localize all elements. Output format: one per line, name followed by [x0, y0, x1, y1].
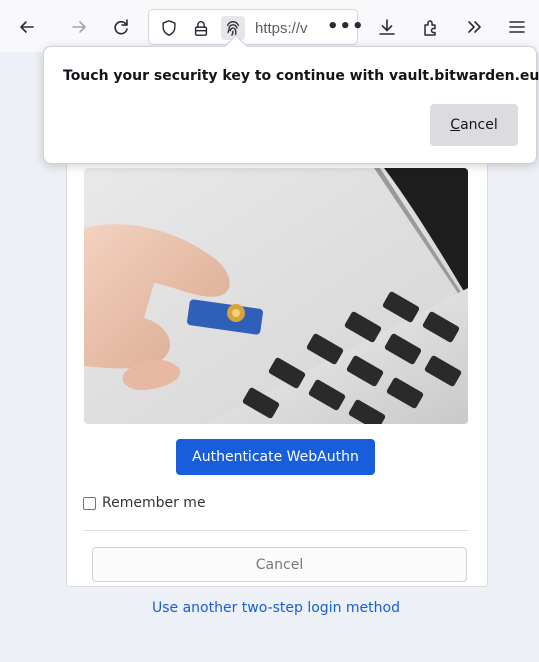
remember-me-row[interactable]: Remember me [83, 495, 206, 511]
security-key-popup: Touch your security key to continue with… [43, 34, 539, 164]
popup-cancel-button[interactable]: Cancel [430, 104, 518, 146]
security-key-photo [84, 168, 468, 424]
another-method-link[interactable]: Use another two-step login method [0, 600, 539, 616]
back-icon[interactable] [14, 14, 40, 40]
lock-icon[interactable] [191, 18, 211, 38]
page-actions-icon[interactable]: ••• [327, 16, 365, 37]
download-icon[interactable] [374, 14, 400, 40]
extensions-icon[interactable] [418, 14, 444, 40]
forward-icon[interactable] [66, 14, 92, 40]
divider [84, 530, 468, 531]
reload-icon[interactable] [108, 14, 134, 40]
popup-cancel-accesskey: C [450, 117, 461, 133]
url-bar[interactable]: https://v ••• [148, 9, 364, 45]
popup-cancel-label: ancel [460, 117, 498, 133]
menu-icon[interactable] [504, 14, 530, 40]
cancel-button[interactable]: Cancel [92, 547, 467, 582]
overflow-chevrons-icon[interactable] [462, 14, 488, 40]
remember-me-checkbox[interactable] [83, 496, 96, 510]
browser-toolbar: https://v ••• [0, 0, 539, 52]
shield-icon[interactable] [159, 18, 179, 38]
url-text[interactable]: https://v [255, 20, 317, 37]
remember-me-label[interactable]: Remember me [102, 495, 206, 511]
authenticate-webauthn-button[interactable]: Authenticate WebAuthn [176, 439, 375, 475]
popup-message: Touch your security key to continue with… [63, 68, 539, 84]
